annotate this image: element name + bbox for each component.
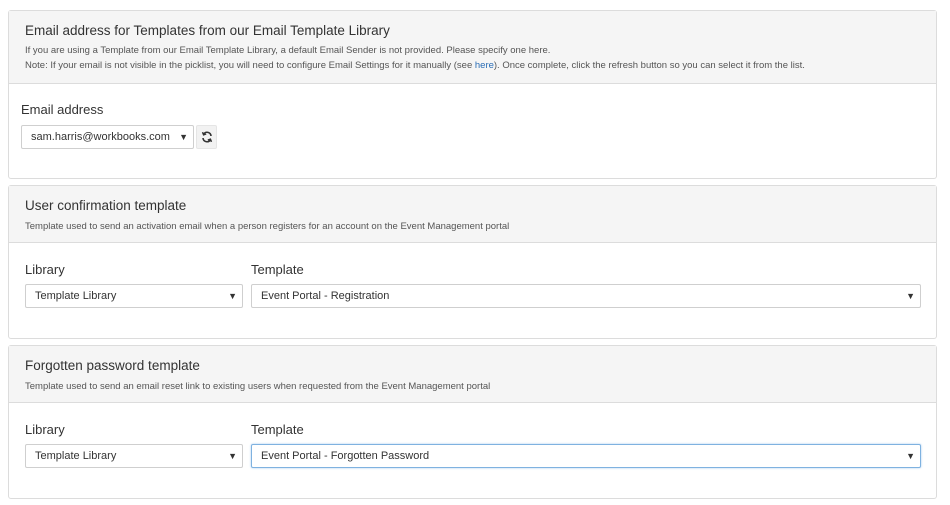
description-line-1: If you are using a Template from our Ema… — [25, 45, 551, 56]
library-value: Template Library — [35, 450, 117, 462]
template-label: Template — [251, 422, 304, 437]
panel-description: Template used to send an activation emai… — [25, 221, 510, 232]
template-select[interactable]: Event Portal - Registration ▼ — [251, 284, 921, 308]
forgotten-password-panel: Forgotten password template Template use… — [8, 345, 937, 499]
chevron-down-icon: ▼ — [228, 451, 237, 461]
template-value: Event Portal - Forgotten Password — [261, 450, 430, 462]
email-settings-link[interactable]: here — [475, 60, 494, 71]
template-label: Template — [251, 262, 304, 277]
library-label: Library — [25, 422, 65, 437]
refresh-button[interactable] — [196, 125, 217, 149]
chevron-down-icon: ▼ — [179, 132, 188, 142]
panel-title: User confirmation template — [25, 198, 187, 213]
library-label: Library — [25, 262, 65, 277]
panel-description: Template used to send an email reset lin… — [25, 381, 491, 392]
user-confirmation-panel: User confirmation template Template used… — [8, 185, 937, 339]
panel-title: Email address for Templates from our Ema… — [25, 23, 390, 38]
user-confirmation-header: User confirmation template Template used… — [9, 186, 936, 243]
description-text: Note: If your email is not visible in th… — [25, 60, 475, 71]
email-sender-header: Email address for Templates from our Ema… — [9, 11, 936, 84]
refresh-icon — [201, 131, 212, 143]
chevron-down-icon: ▼ — [906, 291, 915, 301]
forgotten-password-header: Forgotten password template Template use… — [9, 346, 936, 403]
description-text: ). Once complete, click the refresh butt… — [493, 60, 805, 71]
template-select[interactable]: Event Portal - Forgotten Password ▼ — [251, 444, 921, 468]
library-select[interactable]: Template Library ▼ — [25, 444, 243, 468]
panel-title: Forgotten password template — [25, 358, 200, 373]
email-address-value: sam.harris@workbooks.com — [31, 131, 170, 143]
library-select[interactable]: Template Library ▼ — [25, 284, 243, 308]
chevron-down-icon: ▼ — [906, 451, 915, 461]
panel-description: If you are using a Template from our Ema… — [25, 43, 920, 73]
description-line-2: Note: If your email is not visible in th… — [25, 58, 920, 73]
chevron-down-icon: ▼ — [228, 291, 237, 301]
template-value: Event Portal - Registration — [261, 290, 390, 302]
email-sender-panel: Email address for Templates from our Ema… — [8, 10, 937, 179]
library-value: Template Library — [35, 290, 117, 302]
email-address-select[interactable]: sam.harris@workbooks.com ▼ — [21, 125, 194, 149]
email-address-label: Email address — [21, 102, 104, 117]
